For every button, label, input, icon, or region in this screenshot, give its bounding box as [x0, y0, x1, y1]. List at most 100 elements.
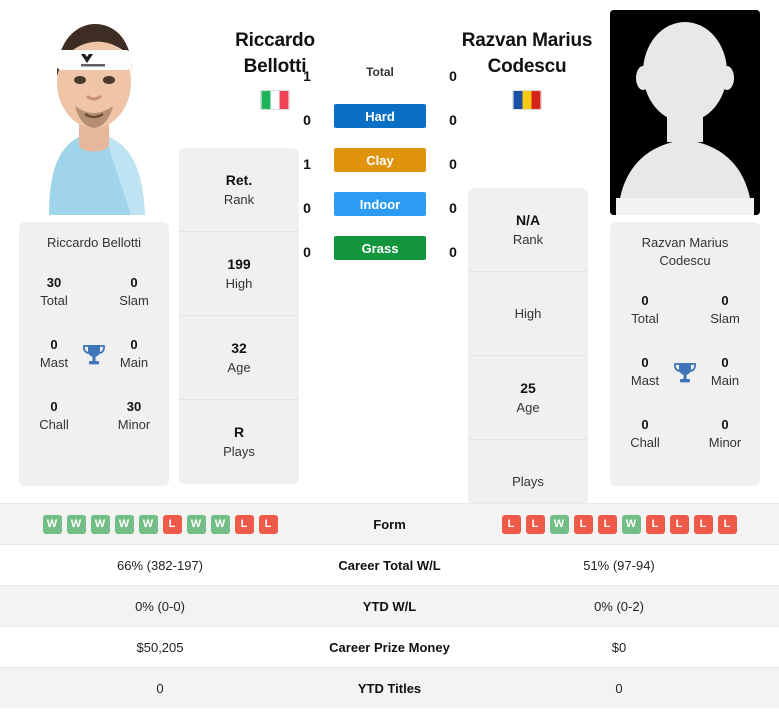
left-minor-titles: 30 Minor: [105, 398, 163, 434]
form-badge-l: L: [258, 514, 278, 534]
left-total-titles-label: Total: [40, 293, 68, 308]
form-badge-l: L: [573, 514, 593, 534]
player-comparison-page: Riccardo Bellotti Razvan Marius Codescu …: [0, 0, 779, 719]
right-main-titles: 0 Main: [696, 354, 754, 390]
right-player-name-line1: Razvan Marius: [461, 30, 593, 51]
form-badge-l: L: [525, 514, 545, 534]
left-panel-title: Riccardo Bellotti: [47, 235, 141, 250]
right-minor-titles-value: 0: [721, 417, 729, 432]
left-form-cell: WWWWWLWWLL: [0, 514, 320, 534]
h2h-indoor-label[interactable]: Indoor: [334, 192, 426, 216]
left-titles-row-1: 30 Total 0 Slam: [19, 266, 169, 328]
left-minor-titles-label: Minor: [117, 417, 151, 432]
right-titles-row-2: 0 Mast 0 Main: [610, 346, 760, 408]
right-slam-titles-label: Slam: [710, 311, 740, 326]
h2h-row-hard: 0 Hard 0: [296, 104, 464, 138]
h2h-clay-label[interactable]: Clay: [334, 148, 426, 172]
comparison-header: Riccardo Bellotti Razvan Marius Codescu …: [0, 0, 779, 524]
right-mast-titles-value: 0: [641, 355, 649, 370]
right-player-titles-panel: Razvan Marius Codescu 0 Total 0 Slam 0 M…: [610, 222, 760, 486]
form-badge-w: W: [90, 514, 110, 534]
right-form-badges: LLWLLWLLLL: [459, 514, 779, 534]
form-badge-w: W: [210, 514, 230, 534]
h2h-clay-left-score: 1: [303, 156, 311, 172]
right-minor-titles-label: Minor: [708, 435, 742, 450]
left-player-photo[interactable]: [19, 10, 169, 215]
right-player-photo[interactable]: [610, 10, 760, 215]
left-player-titles-panel: Riccardo Bellotti 30 Total 0 Slam 0 Mast…: [19, 222, 169, 486]
left-slam-titles-label: Slam: [119, 293, 149, 308]
right-panel-title-line1: Razvan Marius: [641, 235, 729, 250]
h2h-row-grass: 0 Grass 0: [296, 236, 464, 270]
left-titles-row-2: 0 Mast 0 Main: [19, 328, 169, 390]
left-chall-titles-label: Chall: [39, 417, 69, 432]
h2h-total-label: Total: [366, 65, 394, 79]
left-rank-item: Ret. Rank: [179, 148, 299, 232]
h2h-hard-label[interactable]: Hard: [334, 104, 426, 128]
romania-flag-icon: [512, 90, 542, 110]
right-total-titles: 0 Total: [616, 292, 674, 328]
form-badge-w: W: [114, 514, 134, 534]
right-high-item: High: [468, 272, 588, 356]
left-ytd-wl: 0% (0-0): [135, 598, 185, 614]
right-main-titles-value: 0: [721, 355, 729, 370]
left-high-label: High: [225, 275, 253, 291]
form-badge-w: W: [549, 514, 569, 534]
right-titles-row-1: 0 Total 0 Slam: [610, 284, 760, 346]
h2h-hard-right-score: 0: [449, 112, 457, 128]
h2h-grass-right-score: 0: [449, 244, 457, 260]
left-titles-grid: 30 Total 0 Slam 0 Mast 0 Main 0 Chall 30…: [19, 266, 169, 452]
right-rank-item: N/A Rank: [468, 188, 588, 272]
h2h-indoor-left-score: 0: [303, 200, 311, 216]
h2h-indoor-right-score: 0: [449, 200, 457, 216]
right-form-cell: LLWLLWLLLL: [459, 514, 779, 534]
left-age-label: Age: [227, 359, 251, 375]
row-label-ytd-wl: YTD W/L: [362, 598, 417, 614]
left-plays-value: R: [233, 424, 245, 440]
h2h-row-total: 1 Total 0: [296, 60, 464, 94]
right-minor-titles: 0 Minor: [696, 416, 754, 452]
right-career-wl: 51% (97-94): [583, 557, 655, 573]
right-prize-money: $0: [611, 639, 627, 655]
form-badge-w: W: [186, 514, 206, 534]
table-row-career-wl: 66% (382-197) Career Total W/L 51% (97-9…: [0, 544, 779, 585]
right-slam-titles-value: 0: [721, 293, 729, 308]
form-badge-w: W: [138, 514, 158, 534]
player-portrait-icon: [19, 10, 169, 215]
head-to-head-surfaces: 1 Total 0 0 Hard 0 1 Clay 0 0 Indoor 0 0: [296, 60, 464, 280]
trophy-icon: [83, 345, 105, 365]
left-high-item: 199 High: [179, 232, 299, 316]
left-ytd-titles: 0: [156, 680, 164, 696]
left-career-wl: 66% (382-197): [117, 557, 203, 573]
left-high-value: 199: [227, 255, 251, 272]
player-placeholder-icon: [610, 10, 760, 215]
row-label-form: Form: [373, 516, 406, 532]
left-player-rank-column: Ret. Rank 199 High 32 Age R Plays: [179, 148, 299, 484]
left-player-name-line1: Riccardo: [235, 30, 315, 51]
form-badge-l: L: [717, 514, 737, 534]
left-mast-titles-value: 0: [50, 337, 58, 352]
h2h-hard-left-score: 0: [303, 112, 311, 128]
table-row-prize-money: $50,205 Career Prize Money $0: [0, 626, 779, 667]
right-mast-titles-label: Mast: [630, 373, 660, 388]
h2h-row-clay: 1 Clay 0: [296, 148, 464, 182]
left-slam-titles-value: 0: [130, 275, 138, 290]
right-mast-titles: 0 Mast: [616, 354, 674, 390]
right-titles-grid: 0 Total 0 Slam 0 Mast 0 Main 0 Chall 0 M…: [610, 284, 760, 470]
right-age-item: 25 Age: [468, 356, 588, 440]
right-plays-label: Plays: [512, 474, 544, 489]
left-main-titles-value: 0: [130, 337, 138, 352]
h2h-grass-label[interactable]: Grass: [334, 236, 426, 260]
form-badge-l: L: [645, 514, 665, 534]
left-age-value: 32: [231, 339, 247, 356]
right-rank-label: Rank: [512, 231, 544, 247]
h2h-total-left-score: 1: [303, 68, 311, 84]
left-rank-label: Rank: [223, 191, 255, 207]
form-badge-w: W: [42, 514, 62, 534]
comparison-table: WWWWWLWWLL Form LLWLLWLLLL 66% (382-197)…: [0, 503, 779, 708]
left-main-titles: 0 Main: [105, 336, 163, 372]
form-badge-l: L: [597, 514, 617, 534]
left-titles-row-3: 0 Chall 30 Minor: [19, 390, 169, 452]
form-badge-l: L: [234, 514, 254, 534]
table-row-ytd-wl: 0% (0-0) YTD W/L 0% (0-2): [0, 585, 779, 626]
